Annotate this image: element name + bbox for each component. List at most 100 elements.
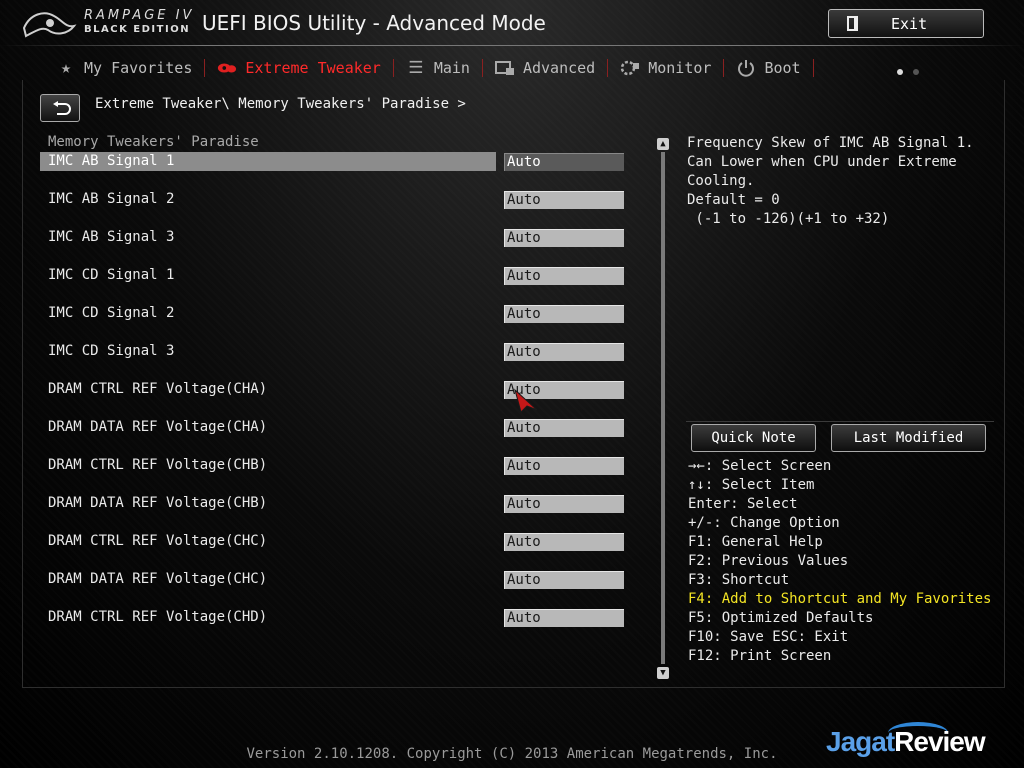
- setting-label: IMC CD Signal 2: [48, 305, 175, 321]
- main-tabs: ★ My Favorites Extreme Tweaker ☰ Main Ad…: [56, 56, 826, 80]
- tab-separator: [607, 59, 609, 77]
- tab-extreme-tweaker[interactable]: Extreme Tweaker: [217, 56, 381, 80]
- setting-value-field[interactable]: Auto: [504, 609, 624, 627]
- setting-row-dram-ctrl-ref-chc[interactable]: DRAM CTRL REF Voltage(CHC) Auto: [40, 532, 630, 570]
- setting-value-field[interactable]: Auto: [504, 571, 624, 589]
- key-help-select-screen: →←: Select Screen: [688, 458, 832, 474]
- panel-divider: [686, 421, 994, 422]
- tab-separator: [392, 59, 394, 77]
- key-help-enter: Enter: Select: [688, 496, 798, 512]
- exit-door-icon: [847, 16, 858, 31]
- setting-row-imc-cd-signal-3[interactable]: IMC CD Signal 3 Auto: [40, 342, 630, 380]
- back-button[interactable]: [40, 94, 80, 122]
- brand-edition: BLACK EDITION: [84, 24, 191, 35]
- setting-value-field[interactable]: Auto: [504, 267, 624, 285]
- setting-label: DRAM DATA REF Voltage(CHC): [48, 571, 268, 587]
- scroll-down-arrow-icon[interactable]: ▼: [657, 667, 669, 679]
- setting-row-imc-ab-signal-1[interactable]: IMC AB Signal 1 Auto: [40, 152, 630, 190]
- section-title: Memory Tweakers' Paradise: [48, 134, 259, 150]
- tab-label: Advanced: [522, 59, 596, 77]
- monitor-icon: [620, 59, 640, 77]
- key-help-f2: F2: Previous Values: [688, 553, 849, 569]
- watermark-part2: Review: [894, 726, 985, 757]
- exit-button[interactable]: Exit: [828, 9, 984, 38]
- tab-separator: [812, 59, 814, 77]
- tab-advanced[interactable]: Advanced: [494, 56, 596, 80]
- setting-label: IMC CD Signal 3: [48, 343, 175, 359]
- setting-label: DRAM CTRL REF Voltage(CHD): [48, 609, 268, 625]
- advanced-icon: [494, 59, 515, 77]
- settings-scrollbar[interactable]: ▲ ▼: [657, 138, 669, 679]
- key-help-f1: F1: General Help: [688, 534, 823, 550]
- setting-value-field[interactable]: Auto: [504, 305, 624, 323]
- tab-separator: [481, 59, 483, 77]
- item-help-text: Frequency Skew of IMC AB Signal 1. Can L…: [687, 135, 974, 227]
- key-help-f3: F3: Shortcut: [688, 572, 790, 588]
- header-divider: [0, 45, 1024, 46]
- setting-row-imc-ab-signal-3[interactable]: IMC AB Signal 3 Auto: [40, 228, 630, 266]
- watermark-part1: Jagat: [826, 726, 895, 757]
- setting-value-field[interactable]: Auto: [504, 343, 624, 361]
- key-help-f4: F4: Add to Shortcut and My Favorites: [688, 591, 992, 607]
- breadcrumb: Extreme Tweaker\ Memory Tweakers' Paradi…: [95, 96, 466, 112]
- scroll-up-arrow-icon[interactable]: ▲: [657, 138, 669, 150]
- tab-boot[interactable]: Boot: [736, 56, 801, 80]
- key-help-f5: F5: Optimized Defaults: [688, 610, 874, 626]
- key-help-select-item: ↑↓: Select Item: [688, 477, 815, 493]
- tab-separator: [204, 59, 206, 77]
- tab-separator: [723, 59, 725, 77]
- key-help-f12: F12: Print Screen: [688, 648, 832, 664]
- setting-label: DRAM DATA REF Voltage(CHB): [48, 495, 268, 511]
- setting-label: IMC AB Signal 3: [48, 229, 175, 245]
- page-dot[interactable]: [913, 69, 919, 75]
- setting-label: DRAM CTRL REF Voltage(CHC): [48, 533, 268, 549]
- key-help-f10-esc: F10: Save ESC: Exit: [688, 629, 849, 645]
- setting-label: DRAM CTRL REF Voltage(CHA): [48, 381, 268, 397]
- setting-row-dram-data-ref-chc[interactable]: DRAM DATA REF Voltage(CHC) Auto: [40, 570, 630, 608]
- tweaker-icon: [217, 59, 237, 77]
- star-icon: ★: [60, 58, 72, 78]
- exit-button-label: Exit: [891, 15, 928, 33]
- board-brand: RAMPAGE IV BLACK EDITION: [84, 9, 194, 36]
- setting-row-imc-cd-signal-2[interactable]: IMC CD Signal 2 Auto: [40, 304, 630, 342]
- page-dot-active[interactable]: [897, 69, 903, 75]
- mouse-pointer-icon: [514, 388, 538, 413]
- setting-row-dram-ctrl-ref-chd[interactable]: DRAM CTRL REF Voltage(CHD) Auto: [40, 608, 630, 646]
- tab-label: My Favorites: [84, 59, 193, 77]
- setting-value-field[interactable]: Auto: [504, 457, 624, 475]
- setting-label: IMC AB Signal 1: [48, 153, 175, 169]
- setting-row-dram-ctrl-ref-chb[interactable]: DRAM CTRL REF Voltage(CHB) Auto: [40, 456, 630, 494]
- key-help-change-option: +/-: Change Option: [688, 515, 840, 531]
- tab-label: Main: [433, 59, 470, 77]
- tab-main[interactable]: ☰ Main: [406, 56, 470, 80]
- setting-row-dram-ctrl-ref-cha[interactable]: DRAM CTRL REF Voltage(CHA) Auto: [40, 380, 630, 418]
- setting-row-dram-data-ref-chb[interactable]: DRAM DATA REF Voltage(CHB) Auto: [40, 494, 630, 532]
- page-indicator: [897, 60, 929, 79]
- tab-monitor[interactable]: Monitor: [620, 56, 711, 80]
- setting-row-imc-ab-signal-2[interactable]: IMC AB Signal 2 Auto: [40, 190, 630, 228]
- brand-model: RAMPAGE IV: [84, 8, 195, 23]
- watermark-logo: JagatReview: [826, 726, 986, 758]
- app-title: UEFI BIOS Utility - Advanced Mode: [202, 11, 546, 35]
- last-modified-button[interactable]: Last Modified: [831, 424, 986, 452]
- tab-my-favorites[interactable]: ★ My Favorites: [56, 56, 193, 80]
- key-help-list: →←: Select Screen ↑↓: Select Item Enter:…: [688, 457, 1008, 666]
- setting-row-dram-data-ref-cha[interactable]: DRAM DATA REF Voltage(CHA) Auto: [40, 418, 630, 456]
- rog-logo: [22, 12, 77, 38]
- tab-label: Boot: [764, 59, 801, 77]
- setting-value-field[interactable]: Auto: [504, 229, 624, 247]
- power-icon: [736, 59, 756, 77]
- setting-value-field[interactable]: Auto: [504, 153, 624, 171]
- setting-label: IMC CD Signal 1: [48, 267, 175, 283]
- setting-label: DRAM DATA REF Voltage(CHA): [48, 419, 268, 435]
- setting-value-field[interactable]: Auto: [504, 191, 624, 209]
- setting-value-field[interactable]: Auto: [504, 533, 624, 551]
- setting-value-field[interactable]: Auto: [504, 495, 624, 513]
- quick-note-button[interactable]: Quick Note: [691, 424, 816, 452]
- setting-label: IMC AB Signal 2: [48, 191, 175, 207]
- setting-label: DRAM CTRL REF Voltage(CHB): [48, 457, 268, 473]
- setting-row-imc-cd-signal-1[interactable]: IMC CD Signal 1 Auto: [40, 266, 630, 304]
- back-arrow-icon: [53, 101, 71, 115]
- setting-value-field[interactable]: Auto: [504, 419, 624, 437]
- scroll-thumb[interactable]: [661, 152, 665, 664]
